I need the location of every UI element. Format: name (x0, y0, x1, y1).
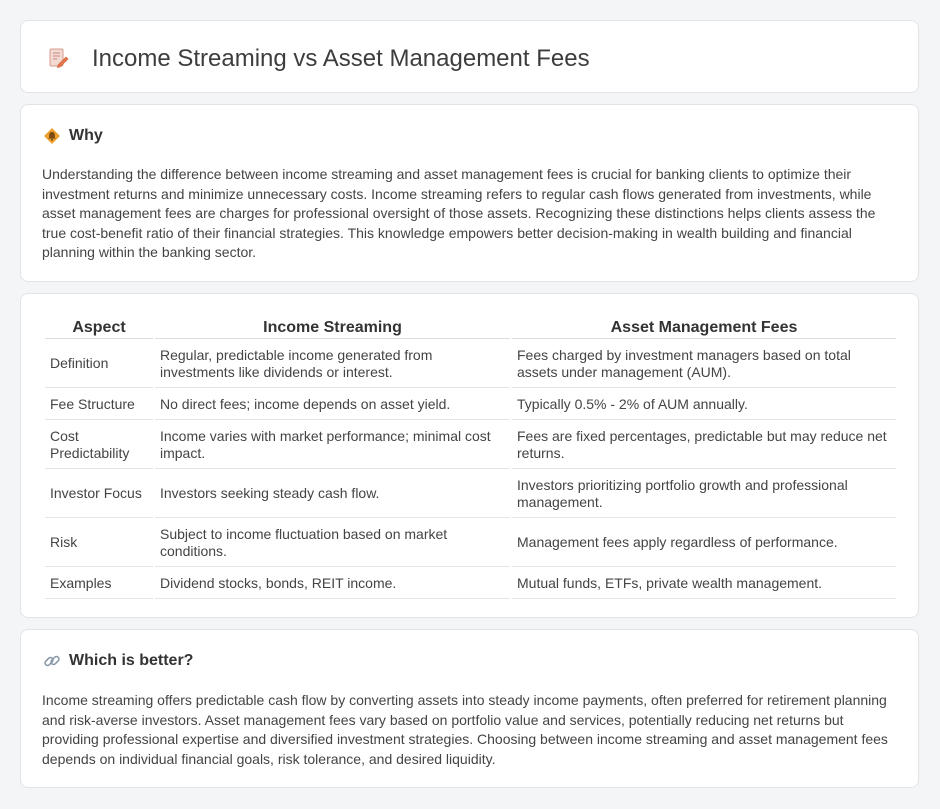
why-title: Why (69, 127, 103, 144)
which-is-better-section: Which is better? Income streaming offers… (20, 629, 919, 788)
bell-diamond-icon (44, 128, 60, 144)
table-cell-aspect: Cost Predictability (45, 422, 153, 469)
table-row: Definition Regular, predictable income g… (45, 341, 896, 388)
better-text: Income streaming offers predictable cash… (42, 692, 888, 767)
table-cell-income: Regular, predictable income generated fr… (155, 341, 510, 388)
comparison-table: Aspect Income Streaming Asset Management… (43, 316, 898, 601)
table-cell-aspect: Fee Structure (45, 390, 153, 420)
table-cell-aspect: Definition (45, 341, 153, 388)
column-header-income-streaming: Income Streaming (155, 318, 510, 339)
header-card: Income Streaming vs Asset Management Fee… (20, 20, 919, 93)
why-heading: Why (43, 127, 103, 145)
table-row: Investor Focus Investors seeking steady … (45, 471, 896, 518)
table-cell-income: Subject to income fluctuation based on m… (155, 520, 510, 567)
table-row: Examples Dividend stocks, bonds, REIT in… (45, 569, 896, 599)
table-row: Cost Predictability Income varies with m… (45, 422, 896, 469)
table-cell-fees: Mutual funds, ETFs, private wealth manag… (512, 569, 896, 599)
comparison-table-card: Aspect Income Streaming Asset Management… (20, 293, 919, 618)
table-row: Fee Structure No direct fees; income dep… (45, 390, 896, 420)
table-cell-aspect: Investor Focus (45, 471, 153, 518)
table-cell-fees: Management fees apply regardless of perf… (512, 520, 896, 567)
page-title: Income Streaming vs Asset Management Fee… (92, 45, 590, 72)
column-header-asset-management-fees: Asset Management Fees (512, 318, 896, 339)
table-cell-fees: Investors prioritizing portfolio growth … (512, 471, 896, 518)
table-cell-income: Income varies with market performance; m… (155, 422, 510, 469)
table-cell-aspect: Examples (45, 569, 153, 599)
link-icon (44, 655, 60, 667)
table-cell-income: Investors seeking steady cash flow. (155, 471, 510, 518)
document-pencil-icon (49, 48, 69, 68)
table-cell-fees: Fees charged by investment managers base… (512, 341, 896, 388)
table-cell-fees: Fees are fixed percentages, predictable … (512, 422, 896, 469)
table-header-row: Aspect Income Streaming Asset Management… (45, 318, 896, 339)
better-title: Which is better? (69, 652, 194, 669)
table-row: Risk Subject to income fluctuation based… (45, 520, 896, 567)
table-cell-income: No direct fees; income depends on asset … (155, 390, 510, 420)
why-section: Why Understanding the difference between… (20, 104, 919, 282)
table-cell-fees: Typically 0.5% - 2% of AUM annually. (512, 390, 896, 420)
column-header-aspect: Aspect (45, 318, 153, 339)
table-cell-aspect: Risk (45, 520, 153, 567)
why-text: Understanding the difference between inc… (42, 166, 876, 261)
better-heading: Which is better? (43, 652, 193, 670)
table-cell-income: Dividend stocks, bonds, REIT income. (155, 569, 510, 599)
